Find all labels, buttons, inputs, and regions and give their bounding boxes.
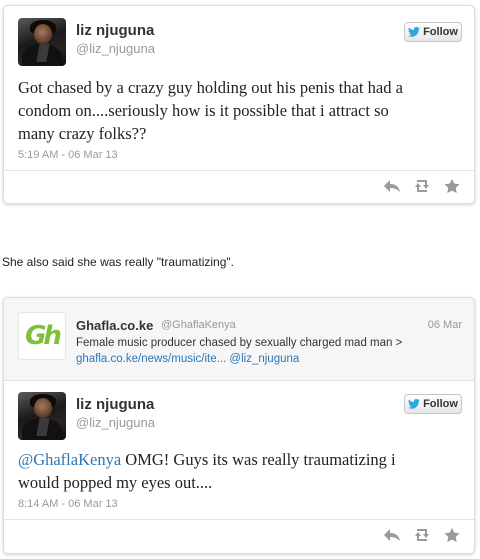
author-handle[interactable]: @liz_njuguna xyxy=(76,415,155,430)
favorite-icon[interactable] xyxy=(444,179,460,193)
follow-button[interactable]: Follow xyxy=(404,394,462,414)
tweet-text-line: condom on....seriously how is it possibl… xyxy=(18,101,389,120)
quoted-tweet[interactable]: Gh Ghafla.co.ke @GhaflaKenya 06 Mar Fema… xyxy=(4,298,474,381)
quoted-text: Female music producer chased by sexually… xyxy=(76,335,456,367)
retweet-icon[interactable] xyxy=(414,528,430,542)
favorite-icon[interactable] xyxy=(444,528,460,542)
tweet-actions xyxy=(384,528,460,542)
tweet-text-line: would popped my eyes out.... xyxy=(18,473,213,492)
ghafla-logo-text: Gh xyxy=(25,321,62,351)
tweet-mention[interactable]: @GhaflaKenya xyxy=(18,450,121,469)
divider xyxy=(4,170,474,171)
ghafla-logo[interactable]: Gh xyxy=(18,312,66,360)
author-name[interactable]: liz njuguna xyxy=(76,396,154,413)
divider xyxy=(4,519,474,520)
avatar[interactable] xyxy=(18,18,66,66)
follow-button[interactable]: Follow xyxy=(404,22,462,42)
quoted-date[interactable]: 06 Mar xyxy=(428,319,462,331)
quoted-link[interactable]: ghafla.co.ke/news/music/ite... xyxy=(76,353,226,365)
tweet-card-2: Gh Ghafla.co.ke @GhaflaKenya 06 Mar Fema… xyxy=(3,297,475,554)
tweet-timestamp[interactable]: 8:14 AM - 06 Mar 13 xyxy=(18,498,118,510)
caption-text: She also said she was really "traumatizi… xyxy=(2,255,234,269)
quoted-mention[interactable]: @liz_njuguna xyxy=(229,353,299,365)
quoted-author-handle[interactable]: @GhaflaKenya xyxy=(161,319,236,331)
reply-icon[interactable] xyxy=(384,179,400,193)
author-handle[interactable]: @liz_njuguna xyxy=(76,41,155,56)
follow-label: Follow xyxy=(423,398,458,410)
tweet-actions xyxy=(384,179,460,193)
quoted-author-name[interactable]: Ghafla.co.ke xyxy=(76,318,153,333)
quoted-text-line: Female music producer chased by sexually… xyxy=(76,337,403,349)
tweet-text: @GhaflaKenya OMG! Guys its was really tr… xyxy=(18,448,396,494)
retweet-icon[interactable] xyxy=(414,179,430,193)
author-name[interactable]: liz njuguna xyxy=(76,22,154,39)
tweet-text-line: many crazy folks?? xyxy=(18,124,147,143)
twitter-bird-icon xyxy=(408,399,421,409)
tweet-text: Got chased by a crazy guy holding out hi… xyxy=(18,76,403,145)
tweet-timestamp[interactable]: 5:19 AM - 06 Mar 13 xyxy=(18,149,118,161)
tweet-card-1: liz njuguna @liz_njuguna Follow Got chas… xyxy=(3,5,475,204)
reply-icon[interactable] xyxy=(384,528,400,542)
follow-label: Follow xyxy=(423,26,458,38)
tweet-text-line: OMG! Guys its was really traumatizing i xyxy=(121,450,396,469)
tweet-text-line: Got chased by a crazy guy holding out hi… xyxy=(18,78,403,97)
twitter-bird-icon xyxy=(408,27,421,37)
avatar[interactable] xyxy=(18,392,66,440)
